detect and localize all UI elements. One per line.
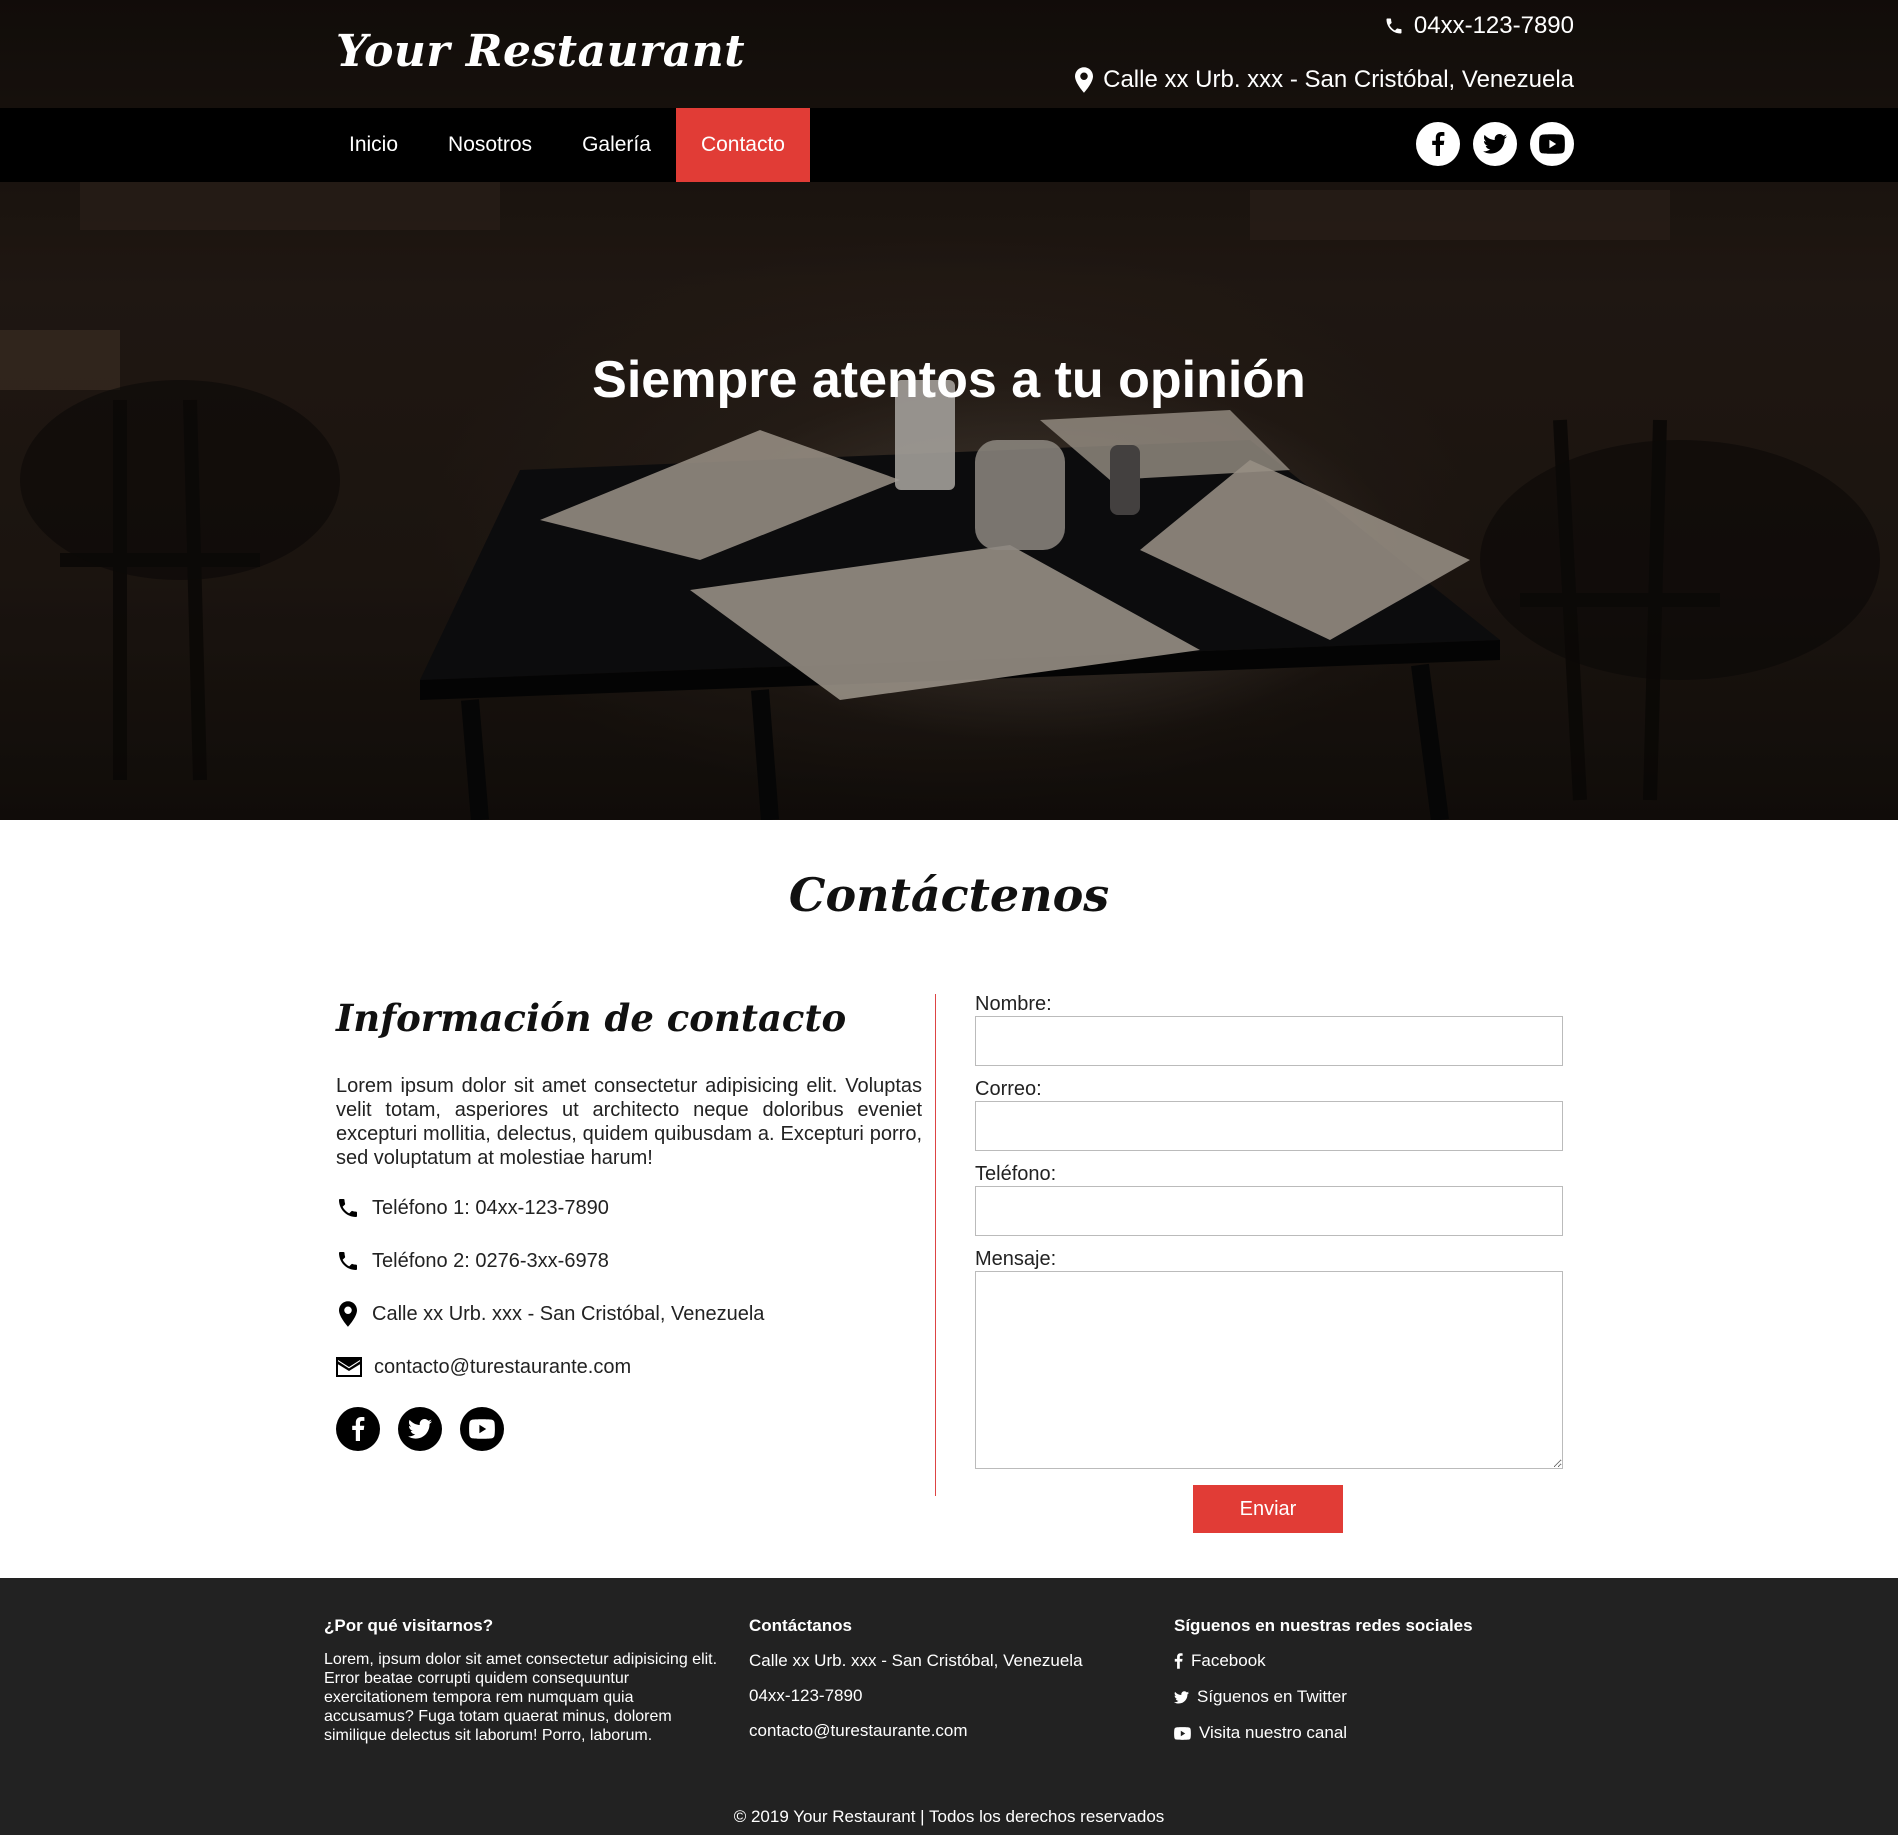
youtube-icon[interactable]: [460, 1407, 504, 1451]
contact-social-links: [336, 1407, 922, 1451]
phone-field[interactable]: [975, 1186, 1563, 1236]
copyright: © 2019 Your Restaurant | Todos los derec…: [733, 1807, 1165, 1826]
send-button[interactable]: Enviar: [1193, 1485, 1343, 1533]
header-address: Calle xx Urb. xxx - San Cristóbal, Venez…: [1075, 66, 1574, 94]
email-field[interactable]: [975, 1101, 1563, 1151]
nav-item-nosotros[interactable]: Nosotros: [423, 108, 557, 182]
footer-youtube-label: Visita nuestro canal: [1199, 1723, 1348, 1742]
youtube-icon: [1174, 1726, 1191, 1740]
contact-address: Calle xx Urb. xxx - San Cristóbal, Venez…: [336, 1300, 922, 1328]
footer-facebook-link[interactable]: Facebook: [1174, 1650, 1473, 1672]
nav-item-galeria[interactable]: Galería: [557, 108, 676, 182]
twitter-icon[interactable]: [398, 1407, 442, 1451]
twitter-icon[interactable]: [1473, 122, 1517, 166]
message-field[interactable]: [975, 1271, 1563, 1469]
contact-phone2-text: Teléfono 2: 0276-3xx-6978: [372, 1249, 609, 1272]
footer: ¿Por qué visitarnos? Lorem, ipsum dolor …: [0, 1578, 1898, 1835]
hero-banner: Your Restaurant 04xx-123-7890 Calle xx U…: [0, 0, 1898, 820]
navbar: Inicio Nosotros Galería Contacto: [0, 108, 1898, 182]
hero-title: Siempre atentos a tu opinión: [592, 351, 1306, 409]
phone-icon: [339, 1252, 357, 1270]
footer-contact: Contáctanos Calle xx Urb. xxx - San Cris…: [749, 1616, 1083, 1742]
name-label: Nombre:: [975, 993, 1052, 1015]
envelope-icon: [336, 1357, 362, 1377]
email-label: Correo:: [975, 1078, 1042, 1100]
column-divider: [935, 994, 936, 1496]
header-phone: 04xx-123-7890: [1384, 12, 1574, 40]
message-label: Mensaje:: [975, 1248, 1057, 1270]
nav-item-contacto[interactable]: Contacto: [675, 108, 810, 182]
nav-social-links: [1416, 122, 1574, 166]
twitter-icon: [1174, 1690, 1189, 1703]
contact-info-text: Lorem ipsum dolor sit amet consectetur a…: [336, 1075, 922, 1169]
phone-icon: [339, 1199, 357, 1217]
name-field[interactable]: [975, 1016, 1563, 1066]
contact-info: Información de contacto Lorem ipsum dolo…: [336, 996, 922, 1451]
facebook-icon: [1174, 1653, 1183, 1669]
facebook-icon[interactable]: [336, 1407, 380, 1451]
header-phone-text: 04xx-123-7890: [1413, 12, 1574, 39]
footer-facebook-label: Facebook: [1191, 1651, 1266, 1670]
footer-youtube-link[interactable]: Visita nuestro canal: [1174, 1722, 1473, 1744]
contact-email-text: contacto@turestaurante.com: [374, 1355, 632, 1378]
map-marker-icon: [1075, 67, 1094, 93]
footer-contact-title: Contáctanos: [749, 1616, 852, 1635]
footer-twitter-label: Síguenos en Twitter: [1197, 1687, 1347, 1706]
footer-contact-list: Calle xx Urb. xxx - San Cristóbal, Venez…: [749, 1650, 1083, 1742]
footer-about-text: Lorem, ipsum dolor sit amet consectetur …: [324, 1651, 718, 1744]
brand-logo[interactable]: Your Restaurant: [336, 26, 745, 77]
contact-form: Nombre: Correo: Teléfono: Mensaje: Envia…: [975, 992, 1563, 1533]
contact-info-list: Teléfono 1: 04xx-123-7890 Teléfono 2: 02…: [336, 1194, 922, 1381]
footer-contact-email[interactable]: contacto@turestaurante.com: [749, 1720, 1083, 1742]
phone-label: Teléfono:: [975, 1163, 1057, 1185]
footer-social: Síguenos en nuestras redes sociales Face…: [1174, 1616, 1473, 1744]
facebook-icon[interactable]: [1416, 122, 1460, 166]
contact-email: contacto@turestaurante.com: [336, 1353, 922, 1381]
youtube-icon[interactable]: [1530, 122, 1574, 166]
footer-about: ¿Por qué visitarnos? Lorem, ipsum dolor …: [324, 1616, 726, 1745]
contact-address-text: Calle xx Urb. xxx - San Cristóbal, Venez…: [372, 1302, 765, 1325]
nav-links: Inicio Nosotros Galería Contacto: [324, 108, 810, 182]
contact-info-title: Información de contacto: [336, 996, 847, 1040]
map-marker-icon: [339, 1301, 357, 1327]
footer-about-title: ¿Por qué visitarnos?: [324, 1616, 494, 1635]
contact-phone1-text: Teléfono 1: 04xx-123-7890: [372, 1196, 609, 1219]
footer-contact-phone: 04xx-123-7890: [749, 1686, 863, 1705]
footer-twitter-link[interactable]: Síguenos en Twitter: [1174, 1686, 1473, 1708]
nav-item-inicio[interactable]: Inicio: [324, 108, 423, 182]
section-title: Contáctenos: [788, 868, 1110, 922]
header-address-text: Calle xx Urb. xxx - San Cristóbal, Venez…: [1103, 66, 1574, 93]
contact-phone1: Teléfono 1: 04xx-123-7890: [336, 1194, 922, 1222]
contact-phone2: Teléfono 2: 0276-3xx-6978: [336, 1247, 922, 1275]
footer-social-list: Facebook Síguenos en Twitter Visita nues…: [1174, 1650, 1473, 1744]
footer-social-title: Síguenos en nuestras redes sociales: [1174, 1616, 1473, 1635]
phone-icon: [1386, 18, 1402, 34]
footer-contact-address: Calle xx Urb. xxx - San Cristóbal, Venez…: [749, 1651, 1083, 1670]
